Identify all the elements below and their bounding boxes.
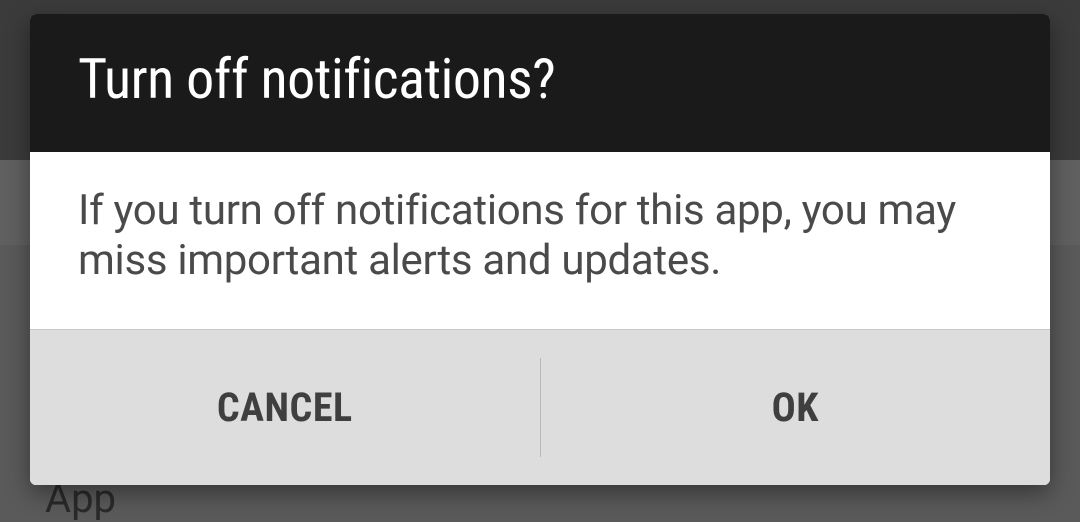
dialog-title: Turn off notifications? xyxy=(78,46,1002,112)
ok-button[interactable]: OK xyxy=(541,330,1051,485)
background-partial-text: App xyxy=(45,479,116,519)
dialog-body: If you turn off notifications for this a… xyxy=(30,152,1050,329)
dialog-action-bar: CANCEL OK xyxy=(30,329,1050,485)
confirmation-dialog: Turn off notifications? If you turn off … xyxy=(30,14,1050,485)
dialog-message: If you turn off notifications for this a… xyxy=(78,186,1002,287)
dialog-header: Turn off notifications? xyxy=(30,14,1050,152)
cancel-button[interactable]: CANCEL xyxy=(30,330,540,485)
